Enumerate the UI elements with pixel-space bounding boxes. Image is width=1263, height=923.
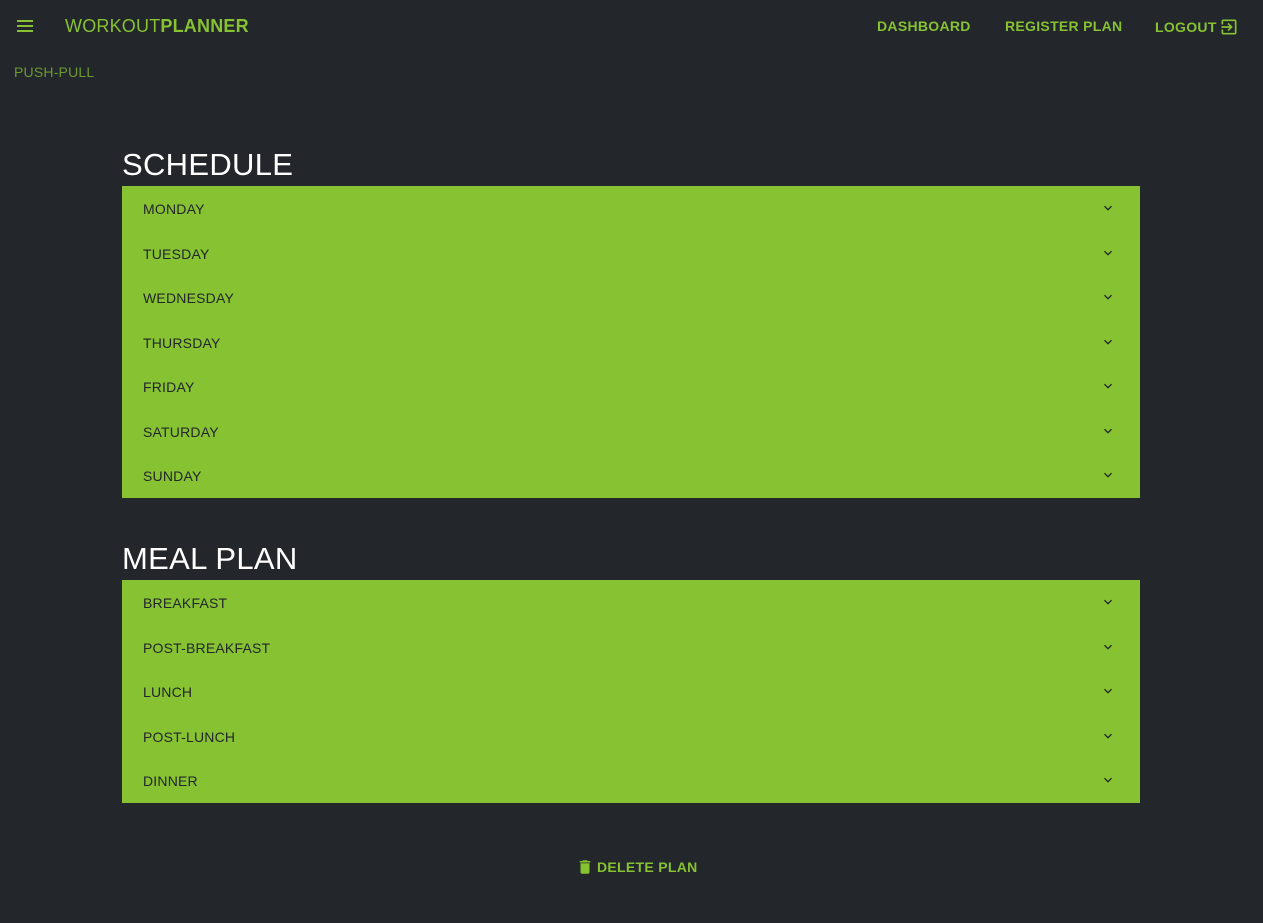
brand-logo[interactable]: WORKOUTPLANNER [65,15,249,37]
row-label: LUNCH [143,684,193,701]
accordion-row-dinner[interactable]: DINNER [122,758,1140,803]
row-label: POST-BREAKFAST [143,639,271,656]
chevron-down-icon [1100,467,1116,483]
accordion-row-post-lunch[interactable]: POST-LUNCH [122,714,1140,759]
chevron-down-icon [1100,289,1116,305]
nav-register-plan[interactable]: REGISTER PLAN [1005,17,1122,35]
trash-icon [576,857,594,877]
logout-icon [1219,17,1239,37]
row-label: BREAKFAST [143,595,228,611]
chevron-down-icon [1100,639,1116,655]
app-bar: WORKOUTPLANNER DASHBOARD REGISTER PLAN L… [0,0,1263,52]
chevron-down-icon [1100,683,1116,699]
accordion-row-monday[interactable]: MONDAY [122,186,1140,231]
menu-icon[interactable] [13,14,37,38]
row-label: POST-LUNCH [143,728,236,745]
accordion-row-breakfast[interactable]: BREAKFAST [122,580,1140,625]
meal-plan-title: MEAL PLAN [122,541,298,576]
row-label: MONDAY [143,201,205,217]
chevron-down-icon [1100,772,1116,788]
chevron-down-icon [1100,245,1116,261]
breadcrumb[interactable]: PUSH-PULL [14,64,94,80]
chevron-down-icon [1100,334,1116,350]
schedule-accordion: MONDAY TUESDAY WEDNESDAY THURSDAY FRIDAY… [122,186,1140,498]
chevron-down-icon [1100,594,1116,610]
accordion-row-saturday[interactable]: SATURDAY [122,409,1140,454]
accordion-row-friday[interactable]: FRIDAY [122,364,1140,409]
chevron-down-icon [1100,423,1116,439]
accordion-row-post-breakfast[interactable]: POST-BREAKFAST [122,625,1140,670]
row-label: FRIDAY [143,379,195,396]
row-label: SATURDAY [143,423,219,440]
accordion-row-thursday[interactable]: THURSDAY [122,320,1140,365]
row-label: WEDNESDAY [143,290,234,307]
nav-logout[interactable]: LOGOUT [1155,17,1239,37]
row-label: TUESDAY [143,245,210,262]
meal-plan-accordion: BREAKFAST POST-BREAKFAST LUNCH POST-LUNC… [122,580,1140,803]
chevron-down-icon [1100,728,1116,744]
row-label: DINNER [143,773,198,790]
schedule-title: SCHEDULE [122,147,294,182]
accordion-row-tuesday[interactable]: TUESDAY [122,231,1140,276]
accordion-row-wednesday[interactable]: WEDNESDAY [122,275,1140,320]
accordion-row-sunday[interactable]: SUNDAY [122,453,1140,498]
row-label: THURSDAY [143,334,221,351]
delete-plan-button[interactable]: DELETE PLAN [576,857,698,877]
brand-bold: PLANNER [160,16,249,36]
row-label: SUNDAY [143,468,202,485]
delete-plan-label: DELETE PLAN [597,859,698,875]
nav-dashboard[interactable]: DASHBOARD [877,17,971,35]
accordion-row-lunch[interactable]: LUNCH [122,669,1140,714]
chevron-down-icon [1100,200,1116,216]
brand-light: WORKOUT [65,16,161,36]
logout-label: LOGOUT [1155,19,1217,35]
chevron-down-icon [1100,378,1116,394]
